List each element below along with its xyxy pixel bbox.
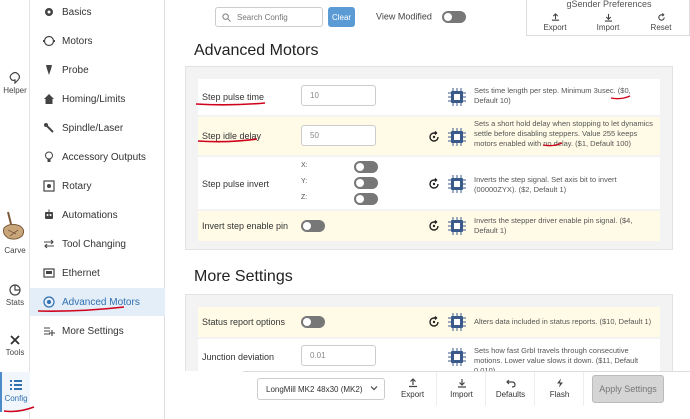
annotation-underline-default-1	[542, 142, 563, 147]
annotation-marks	[3, 95, 631, 413]
annotation-underline-advanced-motors	[37, 306, 125, 312]
annotation-underline-config	[3, 406, 35, 413]
annotation-underline-step-pulse-time	[195, 102, 266, 106]
app-root: Helper Carve Stats Tools Config Basics M…	[0, 0, 690, 419]
annotation-underline-step-idle-delay	[197, 138, 258, 143]
annotation-underline-default-0	[610, 95, 631, 100]
